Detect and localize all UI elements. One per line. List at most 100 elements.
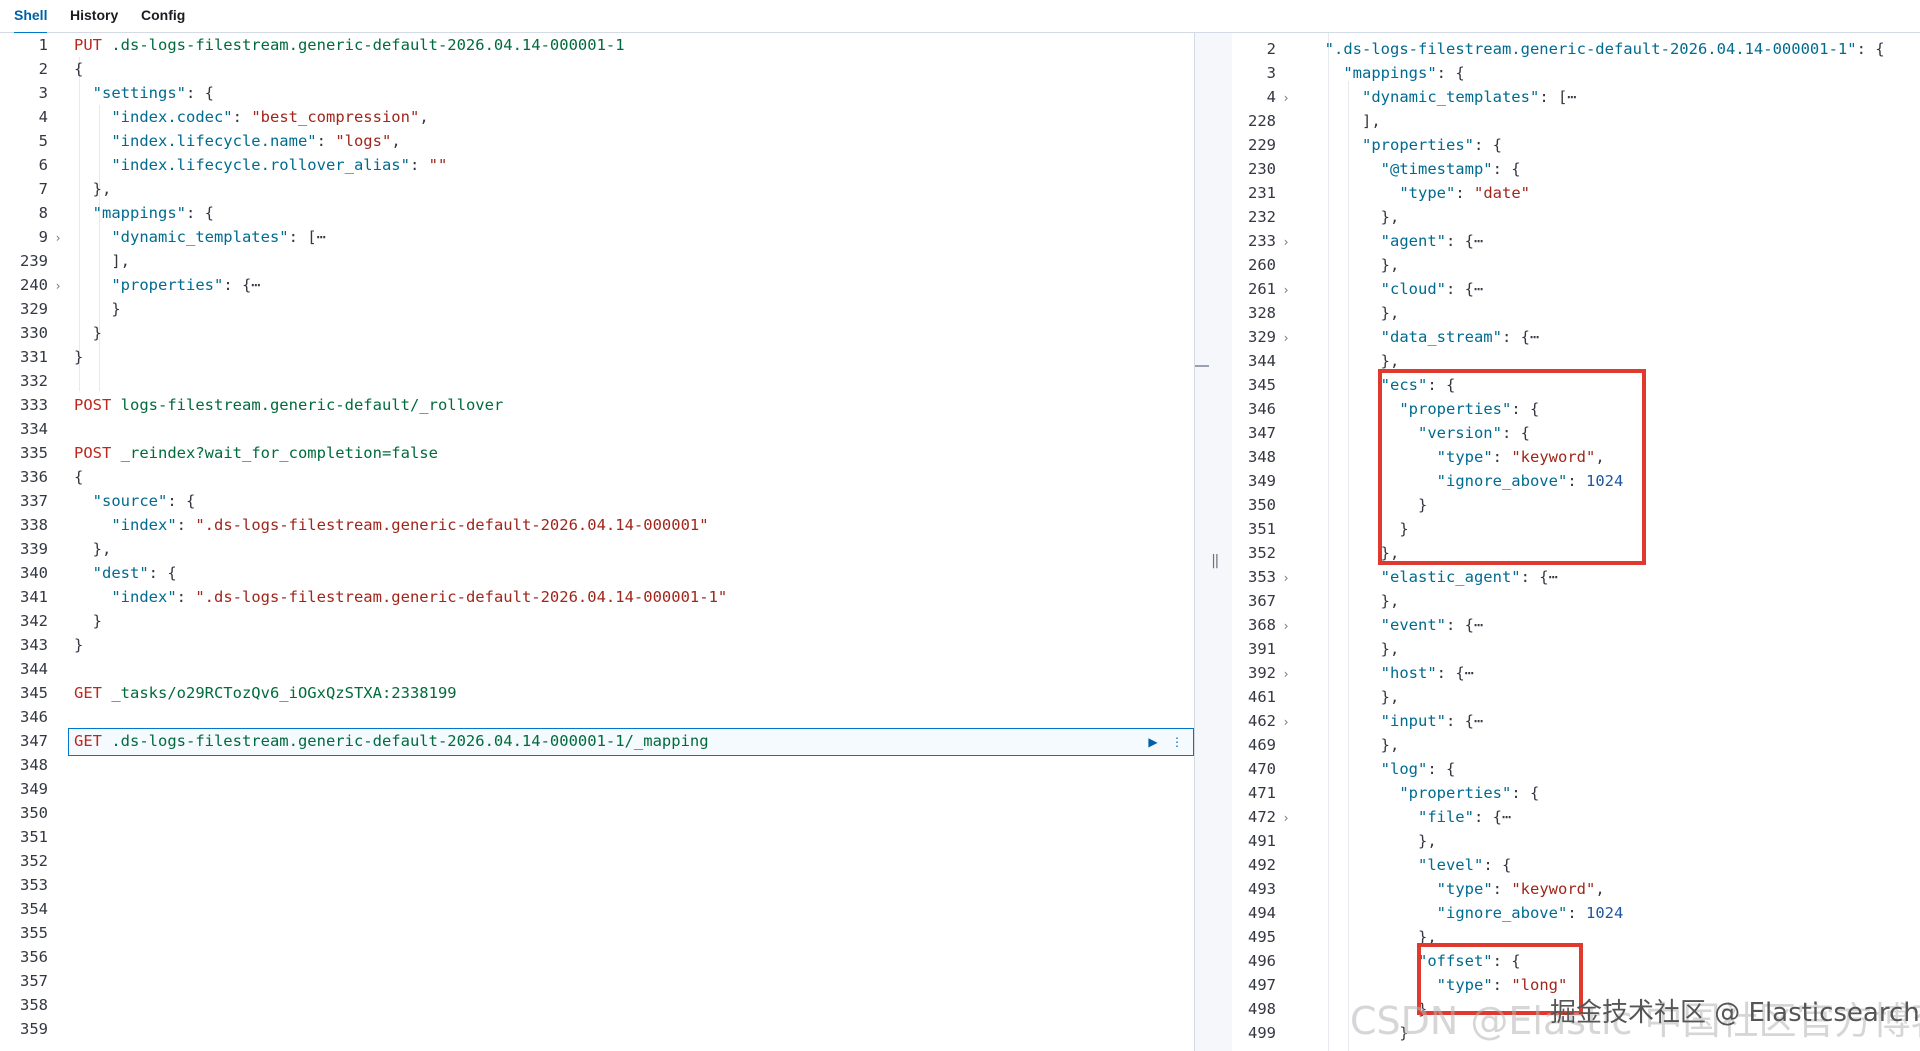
request-line[interactable]: 4 "index.codec": "best_compression", — [0, 105, 429, 129]
request-line[interactable]: 357 — [0, 969, 74, 993]
response-line[interactable]: 472 › "file": {⋯ — [1232, 805, 1511, 829]
request-line[interactable]: 338 "index": ".ds-logs-filestream.generi… — [0, 513, 709, 537]
response-line[interactable]: 353 › "elastic_agent": {⋯ — [1232, 565, 1558, 589]
response-line[interactable]: 493 "type": "keyword", — [1232, 877, 1605, 901]
response-line[interactable]: 4 › "dynamic_templates": [⋯ — [1232, 85, 1577, 109]
request-line[interactable]: 350 — [0, 801, 74, 825]
response-line[interactable]: 261 › "cloud": {⋯ — [1232, 277, 1483, 301]
request-line[interactable]: 347 GET .ds-logs-filestream.generic-defau… — [0, 729, 709, 753]
request-line[interactable]: 331} — [0, 345, 83, 369]
request-line[interactable]: 3 "settings": { — [0, 81, 214, 105]
play-icon[interactable]: ▶ — [1143, 732, 1163, 752]
token-punc: : — [176, 588, 196, 606]
code-text: } — [74, 345, 83, 369]
chevron-right-icon[interactable]: › — [1276, 710, 1296, 734]
tab-config[interactable]: Config — [141, 0, 185, 32]
request-line[interactable]: 343} — [0, 633, 83, 657]
request-line[interactable]: 330 } — [0, 321, 102, 345]
response-line[interactable]: 352 }, — [1232, 541, 1399, 565]
request-editor[interactable]: ▶ ⋮ 1 PUT .ds-logs-filestream.generic-def… — [0, 33, 1194, 1051]
response-line[interactable]: 3 "mappings": { — [1232, 61, 1465, 85]
response-line[interactable]: 471 "properties": { — [1232, 781, 1539, 805]
request-line[interactable]: 5 "index.lifecycle.name": "logs", — [0, 129, 401, 153]
response-line[interactable]: 228 ], — [1232, 109, 1381, 133]
request-line[interactable]: 355 — [0, 921, 74, 945]
request-line[interactable]: 240 › "properties": {⋯ — [0, 273, 261, 297]
chevron-right-icon[interactable]: › — [1276, 230, 1296, 254]
pane-splitter[interactable]: ‖ — [1194, 33, 1234, 1051]
response-viewer[interactable]: 2 ".ds-logs-filestream.generic-default-2… — [1232, 33, 1920, 1051]
chevron-right-icon[interactable]: › — [48, 226, 68, 250]
response-line[interactable]: 231 "type": "date" — [1232, 181, 1530, 205]
line-number: 228 — [1248, 112, 1276, 130]
request-line[interactable]: 332 — [0, 369, 74, 393]
response-line[interactable]: 232 }, — [1232, 205, 1399, 229]
request-line[interactable]: 1 PUT .ds-logs-filestream.generic-default… — [0, 33, 625, 57]
request-line[interactable]: 336 { — [0, 465, 83, 489]
request-line[interactable]: 345 GET _tasks/o29RCTozQv6_iOGxQzSTXA:233… — [0, 681, 457, 705]
request-line[interactable]: 8 "mappings": { — [0, 201, 214, 225]
request-line[interactable]: 7 }, — [0, 177, 112, 201]
response-line[interactable]: 329 › "data_stream": {⋯ — [1232, 325, 1539, 349]
request-line[interactable]: 340 "dest": { — [0, 561, 177, 585]
token-key: "@timestamp" — [1380, 160, 1493, 178]
request-line[interactable]: 6 "index.lifecycle.rollover_alias": "" — [0, 153, 448, 177]
chevron-right-icon[interactable]: › — [1276, 806, 1296, 830]
response-line[interactable]: 470 "log": { — [1232, 757, 1455, 781]
request-line[interactable]: 9 › "dynamic_templates": [⋯ — [0, 225, 326, 249]
vertical-ellipsis-icon[interactable]: ⋮ — [1167, 732, 1187, 752]
request-line[interactable]: 351 — [0, 825, 74, 849]
response-line[interactable]: 495 }, — [1232, 925, 1437, 949]
response-line[interactable]: 469 }, — [1232, 733, 1399, 757]
chevron-right-icon[interactable]: › — [1276, 614, 1296, 638]
response-line[interactable]: 391 }, — [1232, 637, 1399, 661]
request-line[interactable]: 335 POST _reindex?wait_for_completion=fal… — [0, 441, 438, 465]
tab-history[interactable]: History — [70, 0, 118, 32]
chevron-right-icon[interactable]: › — [1276, 326, 1296, 350]
request-line[interactable]: 333 POST logs-filestream.generic-default/… — [0, 393, 503, 417]
chevron-right-icon[interactable]: › — [48, 274, 68, 298]
request-line[interactable]: 344 — [0, 657, 74, 681]
chevron-right-icon[interactable]: › — [1276, 566, 1296, 590]
response-line[interactable]: 233 › "agent": {⋯ — [1232, 229, 1483, 253]
code-text: "event": {⋯ — [1306, 613, 1484, 637]
response-line[interactable]: 367 }, — [1232, 589, 1399, 613]
request-line[interactable]: 339 }, — [0, 537, 111, 561]
chevron-right-icon[interactable]: › — [1276, 278, 1296, 302]
request-line[interactable]: 239 ], — [0, 249, 130, 273]
request-line[interactable]: 359 — [0, 1017, 74, 1041]
request-line[interactable]: 341 "index": ".ds-logs-filestream.generi… — [0, 585, 727, 609]
response-line[interactable]: 462 › "input": {⋯ — [1232, 709, 1483, 733]
token-punc: : — [232, 108, 252, 126]
response-line[interactable]: 260 }, — [1232, 253, 1399, 277]
response-line[interactable]: 491 }, — [1232, 829, 1437, 853]
response-line[interactable]: 492 "level": { — [1232, 853, 1511, 877]
response-line[interactable]: 2 ".ds-logs-filestream.generic-default-2… — [1232, 37, 1885, 61]
request-line[interactable]: 358 — [0, 993, 74, 1017]
drag-handle-icon[interactable]: ‖ — [1211, 553, 1219, 569]
request-line[interactable]: 2{ — [0, 57, 84, 81]
response-line[interactable]: 229 "properties": { — [1232, 133, 1502, 157]
request-line[interactable]: 353 — [0, 873, 74, 897]
request-line[interactable]: 329 } — [0, 297, 121, 321]
response-line[interactable]: 494 "ignore_above": 1024 — [1232, 901, 1623, 925]
request-line[interactable]: 352 — [0, 849, 74, 873]
code-text: ], — [74, 249, 130, 273]
response-line[interactable]: 344 }, — [1232, 349, 1399, 373]
response-line[interactable]: 230 "@timestamp": { — [1232, 157, 1521, 181]
request-line[interactable]: 334 — [0, 417, 74, 441]
request-line[interactable]: 356 — [0, 945, 74, 969]
response-line[interactable]: 368 › "event": {⋯ — [1232, 613, 1483, 637]
request-line[interactable]: 346 — [0, 705, 74, 729]
response-line[interactable]: 461 }, — [1232, 685, 1399, 709]
request-line[interactable]: 349 — [0, 777, 74, 801]
tab-shell[interactable]: Shell — [14, 0, 48, 34]
request-line[interactable]: 337 "source": { — [0, 489, 195, 513]
chevron-right-icon[interactable]: › — [1276, 662, 1296, 686]
request-line[interactable]: 354 — [0, 897, 74, 921]
chevron-right-icon[interactable]: › — [1276, 86, 1296, 110]
response-line[interactable]: 328 }, — [1232, 301, 1399, 325]
request-line[interactable]: 348 — [0, 753, 74, 777]
response-line[interactable]: 392 › "host": {⋯ — [1232, 661, 1474, 685]
request-line[interactable]: 342 } — [0, 609, 102, 633]
